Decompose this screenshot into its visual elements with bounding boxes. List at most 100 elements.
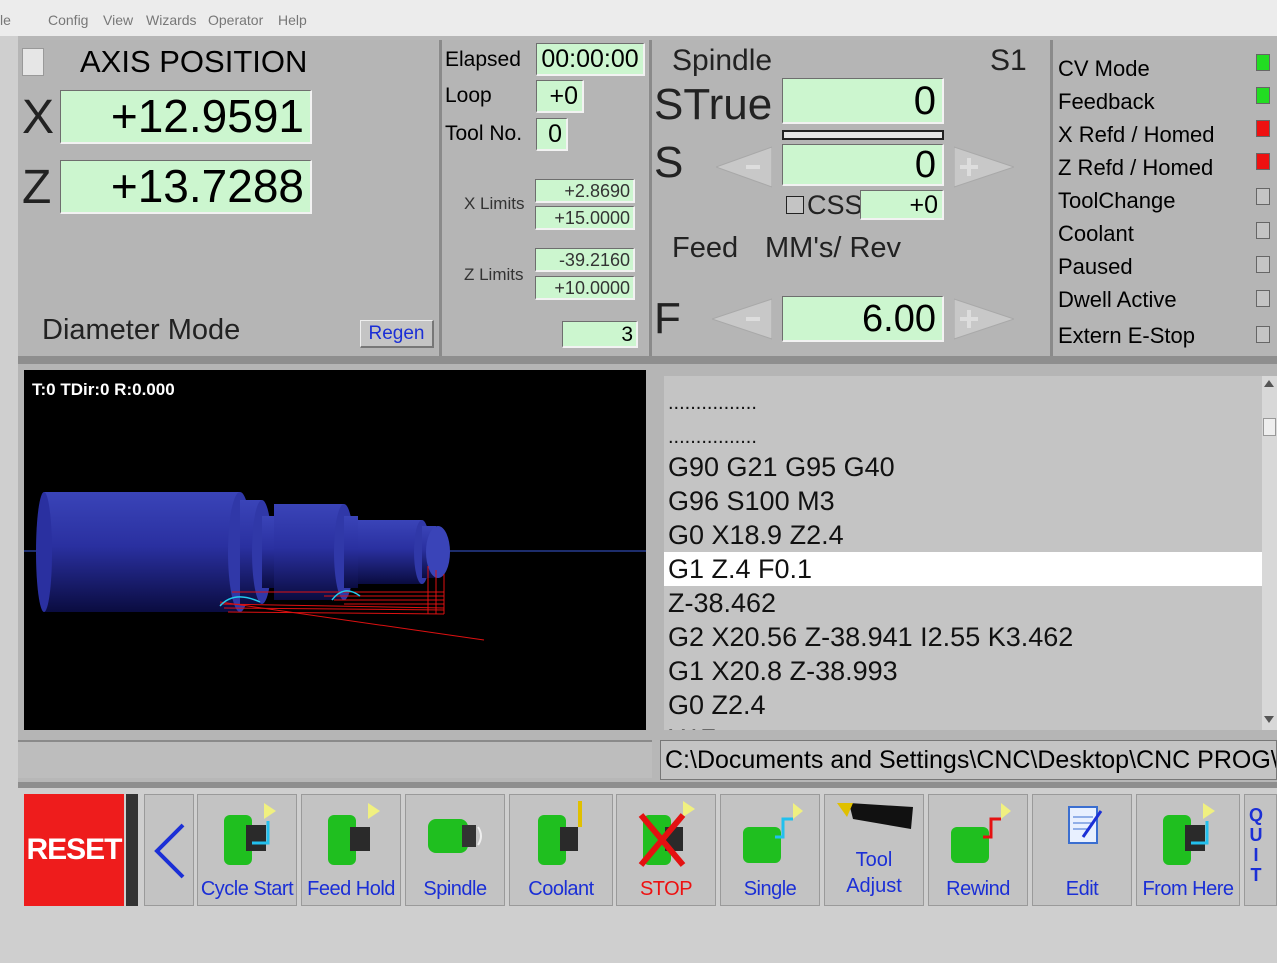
status-label: Coolant [1058,221,1134,246]
gcode-line[interactable]: X17 [664,722,1262,730]
rewind-icon [951,803,1011,863]
single-block-icon [743,803,803,863]
coolant-label: Coolant [528,878,594,900]
feed-label: Feed [672,232,739,264]
spindle-icon [428,819,482,853]
paused-led [1256,256,1270,273]
doc-icon[interactable] [22,48,44,76]
feed-dro[interactable]: 6.00 [782,296,944,342]
gcode-line[interactable]: G0 X18.9 Z2.4 [664,518,1262,552]
feed-hold-icon [328,803,380,865]
quit-button[interactable]: Q U I T [1244,794,1277,906]
css-checkbox[interactable] [786,196,804,214]
tool-adjust-label-1: Tool [855,849,893,871]
axis-position-title: AXIS POSITION [80,44,308,79]
gcode-line[interactable]: Z-38.462 [664,586,1262,620]
tool-adjust-label-2: Adjust [846,875,902,897]
css-label: CSS [807,190,863,220]
status-label: Paused [1058,254,1133,279]
regen-button[interactable]: Regen [360,320,434,348]
s-label: S [654,138,684,187]
gcode-line[interactable]: ................ [664,386,1262,420]
info-panel: Elapsed 00:00:00 Loop +0 Tool No. 0 X Li… [442,40,648,356]
single-block-button[interactable]: Single [720,794,820,906]
feed-down-button[interactable] [710,298,773,340]
gcode-line[interactable]: G0 Z2.4 [664,688,1262,722]
loop-dro[interactable]: +0 [536,80,584,113]
gcode-line[interactable]: G1 X20.8 Z-38.993 [664,654,1262,688]
menu-file[interactable]: le [0,12,11,28]
edit-label: Edit [1065,878,1099,900]
menu-wizards[interactable]: Wizards [146,12,197,28]
cycle-start-icon [224,803,276,865]
x-axis-dro[interactable]: +12.9591 [60,90,312,144]
spindle-down-button[interactable] [714,146,773,188]
coolant-button[interactable]: Coolant [509,794,613,906]
f-label: F [654,294,681,343]
gcode-listing[interactable]: ................ ................ G90 G2… [664,376,1262,730]
spindle-title: Spindle [672,44,773,77]
file-path-field: C:\Documents and Settings\CNC\Desktop\CN… [660,740,1277,780]
strue-dro: 0 [782,78,944,124]
feedback-led [1256,87,1270,104]
feed-units-label: MM's/ Rev [765,232,902,264]
stop-label: STOP [639,878,693,900]
strue-label: STrue [654,80,773,129]
tool-no-dro[interactable]: 0 [536,118,568,151]
scroll-down-arrow-icon[interactable] [1264,716,1274,723]
gcode-line[interactable]: ................ [664,420,1262,450]
status-label: CV Mode [1058,56,1150,81]
spindle-button[interactable]: Spindle [405,794,505,906]
elapsed-dro: 00:00:00 [536,43,645,76]
gcode-line[interactable]: G90 G21 G95 G40 [664,450,1262,484]
lathe-part-render [24,492,646,641]
tool-adjust-button[interactable]: Tool Adjust [824,794,924,906]
quit-letter: I [1253,845,1259,865]
menu-config[interactable]: Config [48,12,88,28]
coolant-led [1256,222,1270,239]
z-axis-dro[interactable]: +13.7288 [60,160,312,214]
cycle-start-button[interactable]: Cycle Start [197,794,297,906]
spindle-up-button[interactable] [953,146,1016,188]
menu-bar: le Config View Wizards Operator Help [0,0,1277,36]
s-dro[interactable]: 0 [782,144,944,186]
menu-view[interactable]: View [103,12,133,28]
rewind-button[interactable]: Rewind [928,794,1028,906]
menu-help[interactable]: Help [278,12,307,28]
elapsed-label: Elapsed [445,48,521,71]
z-limit-min: -39.2160 [535,248,635,272]
z-limit-max: +10.0000 [535,276,635,300]
css-dro[interactable]: +0 [860,190,944,220]
scroll-up-arrow-icon[interactable] [1264,380,1274,387]
edit-icon [1068,806,1103,844]
loop-label: Loop [445,84,492,107]
gcode-current-line[interactable]: G1 Z.4 F0.1 [664,552,1262,586]
toolpath-viewer[interactable]: T:0 TDir:0 R:0.000 [24,370,646,730]
menu-operator[interactable]: Operator [208,12,263,28]
extern-estop-led [1256,326,1270,343]
stop-button[interactable]: STOP [616,794,716,906]
reset-button[interactable]: RESET [24,794,124,906]
gcode-line[interactable]: G96 S100 M3 [664,484,1262,518]
dwell-active-led [1256,290,1270,307]
edit-button[interactable]: Edit [1032,794,1132,906]
gcode-line[interactable]: G2 X20.56 Z-38.941 I2.55 K3.462 [664,620,1262,654]
quit-letter: Q [1249,805,1264,825]
feed-hold-button[interactable]: Feed Hold [301,794,401,906]
z-axis-label: Z [22,161,52,214]
spindle-panel: Spindle S1 STrue 0 S 0 CSS +0 Feed MM's/… [652,40,1050,356]
coolant-icon [538,801,582,865]
quit-letter: T [1250,865,1262,885]
feed-up-button[interactable] [953,298,1016,340]
x-limit-min: +2.8690 [535,179,635,203]
gcode-scrollbar[interactable] [1262,376,1277,730]
x-refd-led [1256,120,1270,137]
run-from-here-button[interactable]: From Here [1136,794,1240,906]
status-label: Z Refd / Homed [1058,155,1214,180]
x-axis-label: X [22,91,55,144]
scroll-thumb[interactable] [1263,418,1276,436]
status-label: Feedback [1058,89,1155,114]
scroll-left-button[interactable] [144,794,194,906]
chevron-left-icon [154,823,185,879]
status-label: Dwell Active [1058,287,1177,312]
